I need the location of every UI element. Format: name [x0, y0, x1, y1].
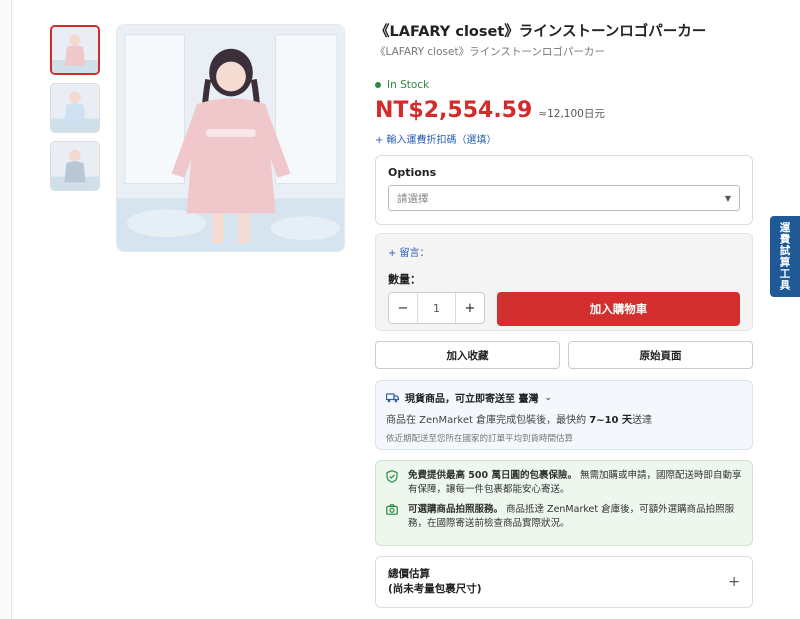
quantity-row: − 1 + 加入購物車	[388, 292, 740, 326]
cart-box: + 留言： 數量： − 1 + 加入購物車	[375, 233, 753, 331]
shipping-heading-text: 現貨商品，可立即寄送至 臺灣	[405, 394, 539, 405]
insurance-item: 免費提供最高 500 萬日圓的包裹保險。 無需加購或申請，國際配送時即自動享有保…	[386, 469, 742, 497]
stock-status: In Stock	[375, 79, 753, 91]
thumbnail-2[interactable]	[50, 83, 100, 133]
thumbnail-1-image	[52, 27, 98, 73]
thumbnail-3[interactable]	[50, 141, 100, 191]
decrease-button[interactable]: −	[389, 293, 417, 323]
add-to-cart-button[interactable]: 加入購物車	[497, 292, 740, 326]
increase-button[interactable]: +	[456, 293, 484, 323]
shipping-heading[interactable]: 現貨商品，可立即寄送至 臺灣 ⌄	[386, 390, 742, 405]
truck-icon	[386, 392, 399, 402]
total-estimate-note: (尚未考量包裹尺寸)	[388, 583, 482, 595]
thumbnail-1[interactable]	[50, 25, 100, 75]
shipping-line-prefix: 商品在 ZenMarket 倉庫完成包裝後，最快約	[386, 415, 590, 426]
options-box: Options 請選擇 ▼	[375, 155, 753, 225]
quantity-stepper: − 1 +	[388, 292, 485, 324]
photo-service-text: 可選購商品拍照服務。 商品抵達 ZenMarket 倉庫後，可額外選購商品拍照服…	[408, 503, 742, 531]
camera-icon	[386, 503, 400, 531]
add-favorite-button[interactable]: 加入收藏	[375, 341, 560, 369]
options-select-value: 請選擇	[397, 192, 429, 205]
stock-status-text: In Stock	[387, 79, 430, 91]
stock-dot-icon	[375, 82, 381, 88]
product-photo	[117, 25, 344, 251]
total-estimate-title: 總價估算	[388, 568, 430, 580]
product-title: 《LAFARY closet》ラインストーンロゴパーカー	[375, 24, 707, 40]
expand-plus-icon[interactable]: +	[728, 574, 740, 590]
protection-info: 免費提供最高 500 萬日圓的包裹保險。 無需加購或申請，國際配送時即自動享有保…	[375, 460, 753, 546]
price: NT$2,554.59	[375, 98, 533, 123]
total-estimate[interactable]: 總價估算 (尚未考量包裹尺寸) +	[375, 556, 753, 608]
insurance-bold: 免費提供最高 500 萬日圓的包裹保險。	[408, 470, 577, 481]
quantity-input[interactable]: 1	[417, 293, 456, 323]
main-product-image[interactable]	[116, 24, 345, 252]
chevron-down-icon: ▼	[724, 193, 731, 203]
shipping-days: 7~10 天	[589, 415, 632, 426]
shipping-estimate: 商品在 ZenMarket 倉庫完成包裝後，最快約 7~10 天送達	[386, 411, 742, 426]
thumbnail-list	[50, 25, 102, 199]
shield-check-icon	[386, 469, 400, 497]
shipping-note: 依近期配送至您所在國家的訂單平均到貨時間估算	[386, 434, 574, 444]
price-row: NT$2,554.59 ≈12,100日元	[375, 98, 753, 123]
options-select[interactable]: 請選擇 ▼	[388, 185, 740, 211]
total-estimate-label: 總價估算 (尚未考量包裹尺寸)	[388, 567, 482, 597]
photo-service-item: 可選購商品拍照服務。 商品抵達 ZenMarket 倉庫後，可額外選購商品拍照服…	[386, 503, 742, 531]
product-info: 《LAFARY closet》ラインストーンロゴパーカー 《LAFARY clo…	[375, 22, 753, 608]
quantity-label: 數量：	[388, 273, 421, 286]
shipping-line-suffix: 送達	[632, 415, 652, 426]
thumbnail-3-image	[51, 142, 99, 190]
shipping-calculator-tab[interactable]: 運費試算工具	[770, 216, 800, 297]
original-page-button[interactable]: 原始頁面	[568, 341, 753, 369]
left-edge-bar	[0, 0, 12, 619]
photo-service-bold: 可選購商品拍照服務。	[408, 504, 504, 515]
coupon-link[interactable]: + 輸入運費折扣碼（選填）	[375, 131, 753, 146]
thumbnail-2-image	[51, 84, 99, 132]
shipping-info: 現貨商品，可立即寄送至 臺灣 ⌄ 商品在 ZenMarket 倉庫完成包裝後，最…	[375, 380, 753, 450]
options-label: Options	[388, 166, 437, 179]
price-yen: ≈12,100日元	[538, 108, 605, 120]
product-subtitle: 《LAFARY closet》ラインストーンロゴパーカー	[375, 46, 605, 58]
insurance-text: 免費提供最高 500 萬日圓的包裹保險。 無需加購或申請，國際配送時即自動享有保…	[408, 469, 742, 497]
secondary-actions: 加入收藏 原始頁面	[375, 341, 753, 369]
add-note-link[interactable]: + 留言：	[388, 244, 740, 259]
chevron-down-icon: ⌄	[544, 392, 553, 403]
